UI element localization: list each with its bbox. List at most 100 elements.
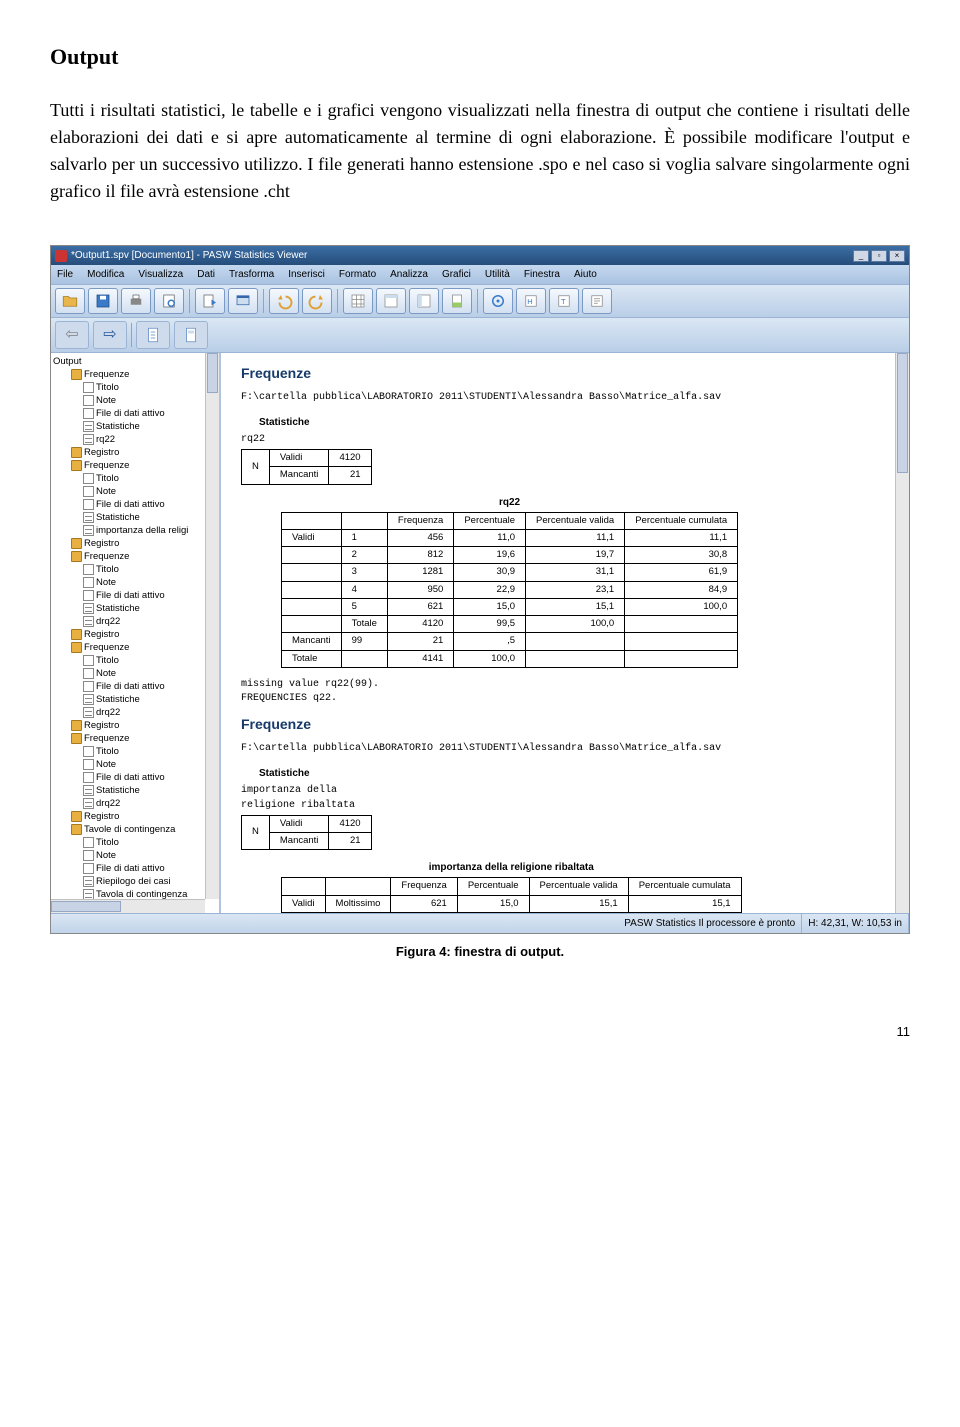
tree-item[interactable]: drq22 <box>53 706 217 719</box>
tree-item[interactable]: Statistiche <box>53 511 217 524</box>
menu-help[interactable]: Aiuto <box>574 267 597 282</box>
tree-item[interactable]: Statistiche <box>53 602 217 615</box>
show-hide-button[interactable] <box>483 288 513 314</box>
redo-button[interactable] <box>302 288 332 314</box>
menu-graphs[interactable]: Grafici <box>442 267 471 282</box>
menu-window[interactable]: Finestra <box>524 267 560 282</box>
outline-hscrollbar[interactable] <box>51 899 205 913</box>
tree-item[interactable]: Statistiche <box>53 784 217 797</box>
tree-item[interactable]: Titolo <box>53 836 217 849</box>
tree-item[interactable]: drq22 <box>53 615 217 628</box>
save-button[interactable] <box>88 288 118 314</box>
print-button[interactable] <box>121 288 151 314</box>
variables-button[interactable] <box>409 288 439 314</box>
stat-subhead-2: Statistiche <box>259 766 897 781</box>
tree-item[interactable]: Titolo <box>53 654 217 667</box>
menu-transform[interactable]: Trasforma <box>229 267 274 282</box>
tree-item[interactable]: Frequenze <box>53 732 217 745</box>
tree-item[interactable]: Note <box>53 849 217 862</box>
nav-doc2-button[interactable] <box>174 321 208 349</box>
insert-title-button[interactable]: T <box>549 288 579 314</box>
content-vscrollbar[interactable] <box>895 353 909 913</box>
tree-item[interactable]: Statistiche <box>53 420 217 433</box>
app-icon <box>55 250 67 262</box>
tree-item[interactable]: Note <box>53 485 217 498</box>
insert-text-button[interactable] <box>582 288 612 314</box>
tree-item[interactable]: Note <box>53 667 217 680</box>
tree-item[interactable]: File di dati attivo <box>53 862 217 875</box>
tree-item[interactable]: Titolo <box>53 745 217 758</box>
tree-item[interactable]: File di dati attivo <box>53 680 217 693</box>
table-icon <box>83 616 94 627</box>
undo-button[interactable] <box>269 288 299 314</box>
page-icon <box>83 499 94 510</box>
tree-item[interactable]: Frequenze <box>53 641 217 654</box>
tree-item[interactable]: Tavole di contingenza <box>53 823 217 836</box>
tree-item[interactable]: Registro <box>53 719 217 732</box>
window-titlebar[interactable]: *Output1.spv [Documento1] - PASW Statist… <box>51 246 909 265</box>
print-preview-button[interactable] <box>154 288 184 314</box>
figure-caption: Figura 4: finestra di output. <box>50 942 910 962</box>
spss-output-window: *Output1.spv [Documento1] - PASW Statist… <box>50 245 910 934</box>
tree-item[interactable]: File di dati attivo <box>53 589 217 602</box>
nav-back-button[interactable]: ⇦ <box>55 321 89 349</box>
page-icon <box>83 382 94 393</box>
svg-text:T: T <box>561 297 566 306</box>
tree-item[interactable]: Registro <box>53 446 217 459</box>
menu-format[interactable]: Formato <box>339 267 376 282</box>
outline-vscrollbar[interactable] <box>205 353 219 899</box>
tree-item[interactable]: Registro <box>53 537 217 550</box>
content-pane[interactable]: Frequenze F:\cartella pubblica\LABORATOR… <box>221 353 909 913</box>
tree-item[interactable]: Titolo <box>53 563 217 576</box>
select-last-button[interactable] <box>442 288 472 314</box>
export-button[interactable] <box>195 288 225 314</box>
tree-item[interactable]: Note <box>53 758 217 771</box>
tree-root[interactable]: Output <box>53 355 217 368</box>
tree-item[interactable]: Note <box>53 394 217 407</box>
frequency-table: rq22 FrequenzaPercentualePercentuale val… <box>281 495 738 668</box>
menubar[interactable]: File Modifica Visualizza Dati Trasforma … <box>51 265 909 284</box>
tree-item[interactable]: Registro <box>53 628 217 641</box>
page-icon <box>83 759 94 770</box>
tree-item[interactable]: Riepilogo dei casi <box>53 875 217 888</box>
table-icon <box>83 798 94 809</box>
tree-item[interactable]: drq22 <box>53 797 217 810</box>
tree-item[interactable]: Note <box>53 576 217 589</box>
tree-item[interactable]: importanza della religi <box>53 524 217 537</box>
menu-utilities[interactable]: Utilità <box>485 267 510 282</box>
menu-data[interactable]: Dati <box>197 267 215 282</box>
tree-item[interactable]: File di dati attivo <box>53 498 217 511</box>
tree-item[interactable]: File di dati attivo <box>53 771 217 784</box>
body-paragraph: Tutti i risultati statistici, le tabelle… <box>50 97 910 205</box>
tree-item[interactable]: Titolo <box>53 472 217 485</box>
goto-case-button[interactable] <box>376 288 406 314</box>
insert-heading-button[interactable]: H <box>516 288 546 314</box>
nav-doc-button[interactable] <box>136 321 170 349</box>
tree-item[interactable]: Titolo <box>53 381 217 394</box>
tree-item[interactable]: Frequenze <box>53 459 217 472</box>
close-button[interactable]: × <box>889 250 905 262</box>
tree-item[interactable]: rq22 <box>53 433 217 446</box>
tree-item[interactable]: Frequenze <box>53 368 217 381</box>
menu-insert[interactable]: Inserisci <box>288 267 325 282</box>
menu-file[interactable]: File <box>57 267 73 282</box>
tree-item[interactable]: File di dati attivo <box>53 407 217 420</box>
minimize-button[interactable]: _ <box>853 250 869 262</box>
tree-item[interactable]: Registro <box>53 810 217 823</box>
tree-item[interactable]: Frequenze <box>53 550 217 563</box>
nav-forward-button[interactable]: ⇨ <box>93 321 127 349</box>
open-button[interactable] <box>55 288 85 314</box>
restore-button[interactable]: ▫ <box>871 250 887 262</box>
goto-data-button[interactable] <box>343 288 373 314</box>
menu-analyze[interactable]: Analizza <box>390 267 428 282</box>
book-icon <box>71 447 82 458</box>
recall-dialog-button[interactable] <box>228 288 258 314</box>
nav-toolbar: ⇦ ⇨ <box>51 318 909 353</box>
page-icon <box>83 473 94 484</box>
tree-item[interactable]: Statistiche <box>53 693 217 706</box>
statusbar: PASW Statistics Il processore è pronto H… <box>51 913 909 933</box>
menu-view[interactable]: Visualizza <box>138 267 183 282</box>
menu-edit[interactable]: Modifica <box>87 267 124 282</box>
page-icon <box>83 837 94 848</box>
outline-pane[interactable]: OutputFrequenzeTitoloNoteFile di dati at… <box>51 353 221 913</box>
